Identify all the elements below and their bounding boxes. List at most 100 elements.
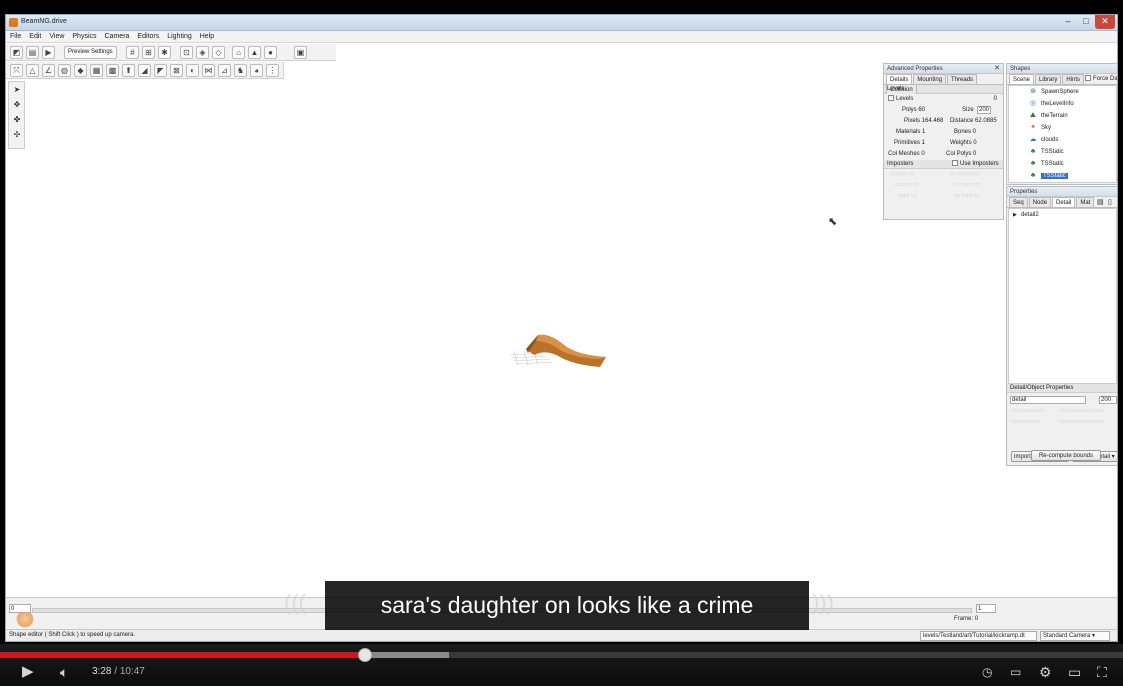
person-icon[interactable]: ♞	[234, 64, 247, 77]
tree-item[interactable]: ☁ clouds	[1009, 134, 1116, 146]
more-icon[interactable]: ⋮	[266, 64, 279, 77]
new-shape-icon[interactable]: ◩	[10, 46, 23, 59]
menu-file[interactable]: File	[6, 31, 25, 43]
frame-value: 0	[974, 616, 979, 622]
book-icon[interactable]: ▦	[90, 64, 103, 77]
menu-help[interactable]: Help	[196, 31, 218, 43]
gui-icon[interactable]: ⊠	[170, 64, 183, 77]
tab-mounting[interactable]: Mounting	[913, 74, 947, 84]
size-field[interactable]: 200	[977, 106, 992, 114]
decal-icon[interactable]: ◢	[138, 64, 151, 77]
tab-library[interactable]: Library	[1035, 74, 1062, 84]
road-icon[interactable]: ∠	[42, 64, 55, 77]
menu-edit[interactable]: Edit	[25, 31, 45, 43]
force-checkbox[interactable]	[1085, 75, 1091, 81]
gear-icon[interactable]: ⚙	[1039, 664, 1052, 680]
navmesh-icon[interactable]: ⋈	[202, 64, 215, 77]
volume-icon[interactable]: 🔈︎	[60, 664, 68, 680]
tree-item[interactable]: ♣ TSStatic	[1009, 158, 1116, 170]
rotate-icon[interactable]: ✤	[11, 114, 23, 126]
use-imposters-checkbox[interactable]	[952, 160, 958, 166]
arrow-icon[interactable]: ➤	[11, 84, 23, 96]
menu-camera[interactable]: Camera	[101, 31, 134, 43]
expand-icon[interactable]: ▶	[1013, 212, 1017, 218]
captions-icon[interactable]: ▭	[1010, 664, 1021, 680]
watch-later-icon[interactable]: ◷	[982, 664, 992, 680]
preview-settings-button[interactable]: Preview Settings	[64, 46, 117, 59]
theater-mode-icon[interactable]: ▭	[1068, 664, 1081, 680]
close-icon[interactable]: ✕	[1095, 15, 1115, 29]
pixels-label: Pixels 164.468	[904, 118, 944, 124]
tree-item[interactable]: ✦ Sky	[1009, 122, 1116, 134]
progress-bar[interactable]	[0, 648, 1123, 662]
gear-icon[interactable]: ✱	[158, 46, 171, 59]
window-icon[interactable]: ▣	[294, 46, 307, 59]
grid-icon[interactable]: #	[126, 46, 139, 59]
maximize-icon[interactable]: □	[1077, 15, 1095, 29]
tab-node[interactable]: Node	[1028, 197, 1052, 207]
tab-detail[interactable]: Detail	[1052, 197, 1076, 207]
shapes-title: Shapes	[1007, 64, 1117, 74]
detail-name-field[interactable]: detail	[1010, 396, 1086, 404]
forest-icon[interactable]: ⬆	[122, 64, 135, 77]
menu-view[interactable]: View	[45, 31, 68, 43]
tab-hints[interactable]: Hints	[1062, 74, 1085, 84]
weights-label: Weights 0	[950, 140, 977, 146]
caption-wave-right: )))	[812, 590, 834, 615]
camera-icon[interactable]: ▩	[106, 64, 119, 77]
timeline-end-field[interactable]: 1	[976, 604, 996, 613]
detail-node[interactable]: detail2	[1021, 212, 1039, 218]
particle-icon[interactable]: ◤	[154, 64, 167, 77]
select-mode-icon[interactable]: ⊡	[180, 46, 193, 59]
camera-dropdown[interactable]: Standard Camera ▾	[1040, 631, 1110, 641]
save-icon[interactable]: ▤	[1097, 198, 1104, 206]
wire-icon[interactable]: ◈	[196, 46, 209, 59]
play-icon[interactable]: ▶	[22, 664, 34, 680]
levels-checkbox[interactable]	[888, 95, 894, 101]
light-icon[interactable]: ◇	[212, 46, 225, 59]
materials-row: Materials 1 Bones 0	[884, 127, 1003, 138]
menu-physics[interactable]: Physics	[68, 31, 100, 43]
terrain-icon[interactable]: △	[26, 64, 39, 77]
menu-lighting[interactable]: Lighting	[163, 31, 196, 43]
node-icon[interactable]: ⌂	[232, 46, 245, 59]
shield-icon[interactable]: ◆	[74, 64, 87, 77]
shape-icon[interactable]: ▲	[248, 46, 261, 59]
play-icon[interactable]: ▶	[42, 46, 55, 59]
delete-icon[interactable]: ▯	[1108, 198, 1112, 206]
tab-scene[interactable]: Scene	[1009, 74, 1035, 84]
tree-item[interactable]: ◎ theLevelInfo	[1009, 98, 1116, 110]
shape-editor-icon[interactable]: ◕	[250, 64, 263, 77]
materials-label: Materials 1	[896, 129, 926, 135]
scale-icon[interactable]: ✣	[11, 129, 23, 141]
frame-label-text: Frame:	[954, 616, 974, 622]
tab-mat[interactable]: Mat	[1076, 197, 1095, 207]
terrain-icon: ⛰	[1030, 112, 1036, 119]
globe-icon[interactable]: ◍	[58, 64, 71, 77]
recompute-bounds-button[interactable]: Re-compute bounds	[1031, 450, 1101, 461]
timeline-start-field[interactable]: 0	[9, 604, 31, 613]
video-caption: sara's daughter on looks like a crime	[325, 581, 809, 630]
material-icon[interactable]: ●	[264, 46, 277, 59]
tree-item[interactable]: ♣ TSStatic	[1009, 146, 1116, 158]
menu-editors[interactable]: Editors	[133, 31, 163, 43]
primitives-label: Primitives 1	[894, 140, 926, 146]
move-icon[interactable]: ✥	[11, 99, 23, 111]
fullscreen-icon[interactable]: ⛶	[1097, 664, 1107, 680]
save-icon[interactable]: ▤	[26, 46, 39, 59]
close-icon[interactable]: ✕	[994, 64, 1000, 74]
transform-icon[interactable]: ⤧	[10, 64, 23, 77]
scrubber-handle[interactable]	[357, 648, 372, 662]
detail-size-field[interactable]: 200	[1099, 396, 1117, 404]
tab-seq[interactable]: Seq	[1009, 197, 1028, 207]
snap-icon[interactable]: ⊞	[142, 46, 155, 59]
datablock-icon[interactable]: ⊿	[218, 64, 231, 77]
polys-label: Polys 60	[902, 107, 926, 113]
sound-icon[interactable]: ◐	[186, 64, 199, 77]
tree-item-selected[interactable]: ♣ TSStatic	[1009, 170, 1116, 182]
minimize-icon[interactable]: –	[1059, 15, 1077, 29]
tree-item[interactable]: ⊛ SpawnSphere	[1009, 86, 1116, 98]
tab-threads[interactable]: Threads	[947, 74, 978, 84]
tree-item[interactable]: ⛰ theTerrain	[1009, 110, 1116, 122]
tab-details[interactable]: Details	[886, 74, 913, 84]
